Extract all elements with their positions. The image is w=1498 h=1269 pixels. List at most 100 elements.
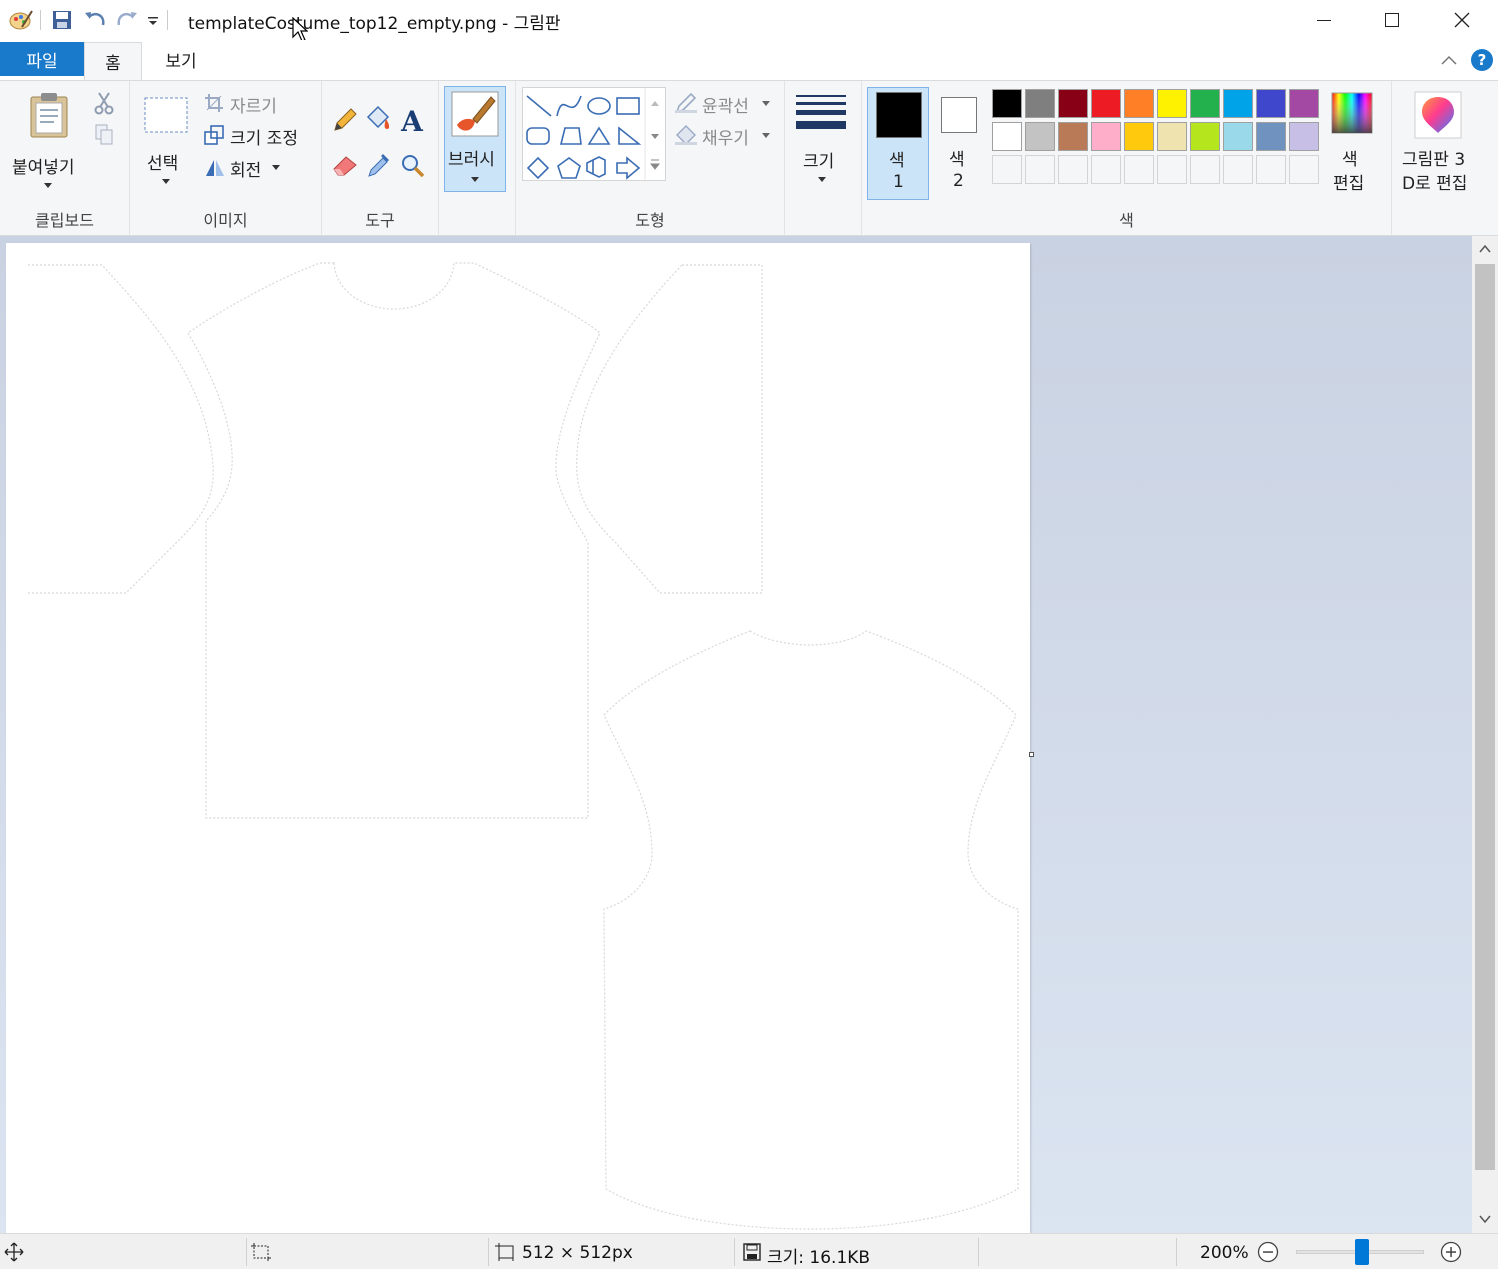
palette-swatch-empty[interactable] bbox=[1091, 155, 1121, 184]
crop-button[interactable]: 자르기 bbox=[202, 89, 312, 117]
color2-button[interactable]: 색 2 bbox=[934, 87, 984, 200]
palette-swatch[interactable] bbox=[1124, 122, 1154, 151]
pentagon-shape-icon[interactable] bbox=[557, 157, 581, 179]
size-lines-icon bbox=[796, 95, 846, 129]
shapes-expand-icon[interactable] bbox=[649, 159, 661, 170]
resize-button[interactable]: 크기 조정 bbox=[202, 121, 318, 149]
curve-shape-icon[interactable] bbox=[556, 95, 582, 117]
tab-file[interactable]: 파일 bbox=[0, 42, 84, 76]
canvas-resize-handle[interactable] bbox=[1029, 752, 1034, 757]
palette-swatch[interactable] bbox=[1256, 89, 1286, 118]
fill-bucket-icon[interactable] bbox=[364, 105, 392, 133]
brushes-group: 브러시 bbox=[439, 81, 516, 235]
paint3d-label-line1: 그림판 3 bbox=[1402, 150, 1466, 170]
redo-icon[interactable] bbox=[115, 9, 139, 31]
size-button[interactable]: 크기 bbox=[791, 87, 853, 193]
palette-swatch-empty[interactable] bbox=[992, 155, 1022, 184]
status-bar: 512 × 512px 크기: 16.1KB 200% bbox=[0, 1233, 1498, 1269]
palette-swatch[interactable] bbox=[1256, 122, 1286, 151]
palette-swatch-empty[interactable] bbox=[1124, 155, 1154, 184]
fill-button[interactable]: 채우기 bbox=[672, 121, 776, 149]
paint3d-group: 그림판 3 D로 편집 bbox=[1392, 81, 1484, 235]
oval-shape-icon[interactable] bbox=[587, 97, 611, 115]
palette-swatch[interactable] bbox=[1223, 122, 1253, 151]
drawing-canvas[interactable] bbox=[6, 243, 1030, 1233]
outline-button[interactable]: 윤곽선 bbox=[672, 89, 776, 117]
palette-swatch-empty[interactable] bbox=[1190, 155, 1220, 184]
vertical-scroll-thumb[interactable] bbox=[1475, 264, 1495, 1170]
palette-swatch[interactable] bbox=[992, 122, 1022, 151]
pencil-icon[interactable] bbox=[332, 107, 358, 133]
cut-icon[interactable] bbox=[94, 91, 114, 115]
shapes-scroll-up-icon[interactable] bbox=[651, 101, 659, 106]
close-button[interactable] bbox=[1428, 0, 1496, 40]
edit-colors-button[interactable]: 색 편집 bbox=[1324, 87, 1378, 195]
hexagon-shape-icon[interactable] bbox=[586, 156, 606, 178]
palette-swatch[interactable] bbox=[1025, 122, 1055, 151]
edit-with-paint3d-button[interactable]: 그림판 3 D로 편집 bbox=[1396, 87, 1480, 195]
palette-swatch[interactable] bbox=[1223, 89, 1253, 118]
triangle-shape-icon[interactable] bbox=[587, 126, 611, 145]
brush-button[interactable]: 브러시 bbox=[444, 86, 506, 192]
customize-quick-access-icon[interactable] bbox=[145, 9, 161, 31]
palette-swatch[interactable] bbox=[1025, 89, 1055, 118]
rotate-button[interactable]: 회전 bbox=[202, 153, 302, 181]
title-bar: templateCostume_top12_empty.png - 그림판 bbox=[0, 0, 1498, 42]
save-icon[interactable] bbox=[51, 9, 73, 31]
color1-label: 색 bbox=[889, 151, 905, 171]
shapes-scroll-down-icon[interactable] bbox=[651, 134, 659, 139]
color2-label: 색 bbox=[949, 150, 965, 170]
rectangle-shape-icon[interactable] bbox=[616, 97, 640, 115]
copy-icon[interactable] bbox=[94, 123, 114, 147]
arrow-shape-icon[interactable] bbox=[616, 156, 641, 180]
eraser-icon[interactable] bbox=[332, 153, 358, 177]
palette-swatch-empty[interactable] bbox=[1223, 155, 1253, 184]
magnifier-icon[interactable] bbox=[400, 153, 426, 179]
palette-swatch-empty[interactable] bbox=[1058, 155, 1088, 184]
zoom-slider-thumb[interactable] bbox=[1354, 1239, 1369, 1265]
palette-swatch[interactable] bbox=[1190, 89, 1220, 118]
scroll-down-icon[interactable] bbox=[1478, 1214, 1492, 1224]
polygon-shape-icon[interactable] bbox=[559, 127, 582, 145]
palette-swatch-empty[interactable] bbox=[1289, 155, 1319, 184]
zoom-out-icon[interactable] bbox=[1257, 1241, 1279, 1263]
palette-swatch[interactable] bbox=[1157, 89, 1187, 118]
text-tool-icon[interactable]: A bbox=[398, 105, 426, 135]
palette-swatch[interactable] bbox=[1091, 122, 1121, 151]
collapse-ribbon-icon[interactable] bbox=[1440, 52, 1458, 71]
palette-swatch[interactable] bbox=[1190, 122, 1220, 151]
maximize-button[interactable] bbox=[1358, 0, 1426, 40]
palette-swatch[interactable] bbox=[1289, 89, 1319, 118]
image-size-icon bbox=[495, 1243, 514, 1261]
line-shape-icon[interactable] bbox=[526, 95, 552, 117]
clipboard-group-label: 클립보드 bbox=[35, 211, 94, 230]
scroll-up-icon[interactable] bbox=[1478, 244, 1492, 254]
undo-icon[interactable] bbox=[83, 9, 107, 31]
palette-swatch-empty[interactable] bbox=[1157, 155, 1187, 184]
palette-swatch[interactable] bbox=[1289, 122, 1319, 151]
tab-view[interactable]: 보기 bbox=[150, 42, 212, 76]
help-icon[interactable]: ? bbox=[1470, 48, 1494, 76]
palette-swatch-empty[interactable] bbox=[1256, 155, 1286, 184]
diamond-shape-icon[interactable] bbox=[526, 156, 550, 180]
right-triangle-shape-icon[interactable] bbox=[618, 126, 642, 145]
rotate-dropdown-icon bbox=[272, 165, 280, 170]
color-picker-icon[interactable] bbox=[366, 151, 392, 179]
color1-button[interactable]: 색 1 bbox=[867, 87, 929, 200]
palette-swatch[interactable] bbox=[1058, 89, 1088, 118]
palette-swatch[interactable] bbox=[1058, 122, 1088, 151]
palette-swatch-empty[interactable] bbox=[1025, 155, 1055, 184]
rounded-rectangle-shape-icon[interactable] bbox=[526, 127, 550, 145]
zoom-in-icon[interactable] bbox=[1440, 1241, 1462, 1263]
paste-button[interactable]: 붙여넣기 bbox=[6, 87, 90, 191]
paint-app-icon[interactable] bbox=[8, 7, 34, 33]
edit-colors-label-line2: 편집 bbox=[1333, 174, 1365, 194]
palette-swatch[interactable] bbox=[1157, 122, 1187, 151]
palette-swatch[interactable] bbox=[1091, 89, 1121, 118]
palette-swatch[interactable] bbox=[1124, 89, 1154, 118]
tab-home[interactable]: 홈 bbox=[84, 42, 142, 80]
minimize-button[interactable] bbox=[1290, 0, 1358, 40]
select-button[interactable]: 선택 bbox=[138, 87, 194, 191]
vertical-scrollbar[interactable] bbox=[1472, 236, 1498, 1233]
palette-swatch[interactable] bbox=[992, 89, 1022, 118]
